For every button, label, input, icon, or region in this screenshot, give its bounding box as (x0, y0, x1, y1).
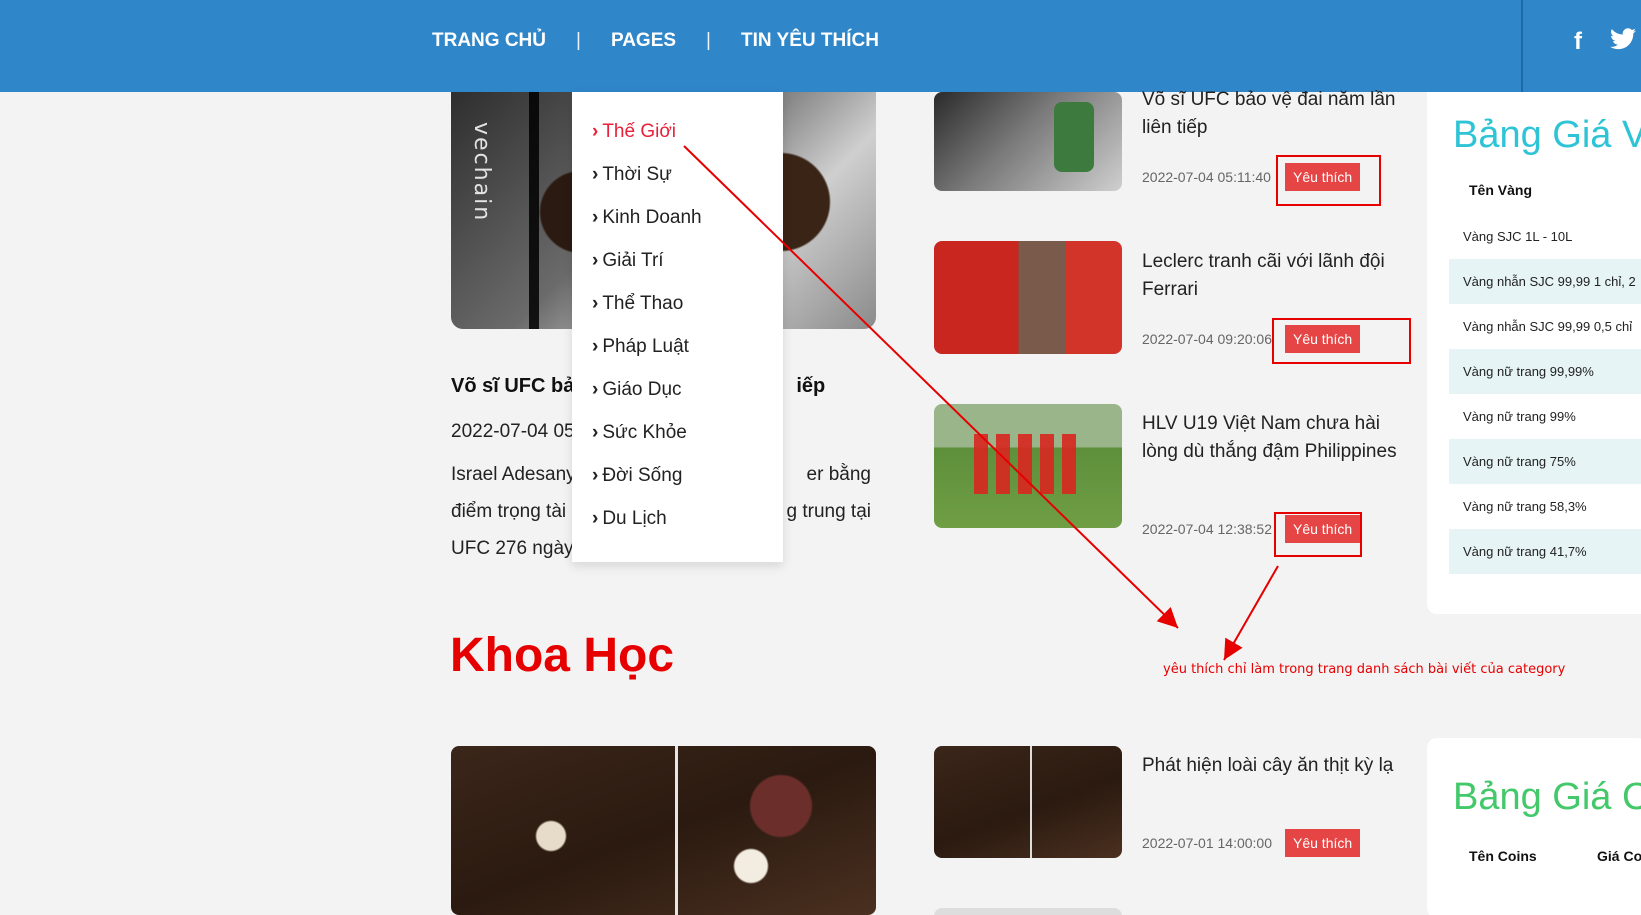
coin-price-card: Bảng Giá C Tên Coins Giá Co (1427, 738, 1641, 915)
annotation-arrows (683, 145, 1279, 661)
coin-column-header: Tên Coins (1469, 848, 1537, 864)
annotation-arrow (1223, 565, 1279, 661)
gold-row: Vàng nhẫn SJC 99,99 0,5 chỉ (1463, 319, 1633, 334)
gold-row: Vàng nữ trang 99,99% (1449, 349, 1641, 394)
coin-price-column-header: Giá Co (1597, 848, 1641, 864)
annotation-arrow (683, 145, 1179, 629)
gold-card-title: Bảng Giá V (1453, 114, 1641, 156)
gold-row: Vàng nhẫn SJC 99,99 1 chỉ, 2 (1449, 259, 1641, 304)
gold-row: Vàng nữ trang 41,7% (1449, 529, 1641, 574)
coin-card-title: Bảng Giá C (1453, 776, 1641, 818)
gold-row: Vàng nữ trang 99% (1463, 409, 1576, 424)
gold-column-header: Tên Vàng (1469, 182, 1533, 198)
gold-row: Vàng SJC 1L - 10L (1463, 229, 1573, 244)
gold-price-card: Bảng Giá V Tên Vàng Vàng SJC 1L - 10L Và… (1427, 92, 1641, 614)
gold-row: Vàng nữ trang 58,3% (1463, 499, 1587, 514)
gold-row: Vàng nữ trang 75% (1449, 439, 1641, 484)
